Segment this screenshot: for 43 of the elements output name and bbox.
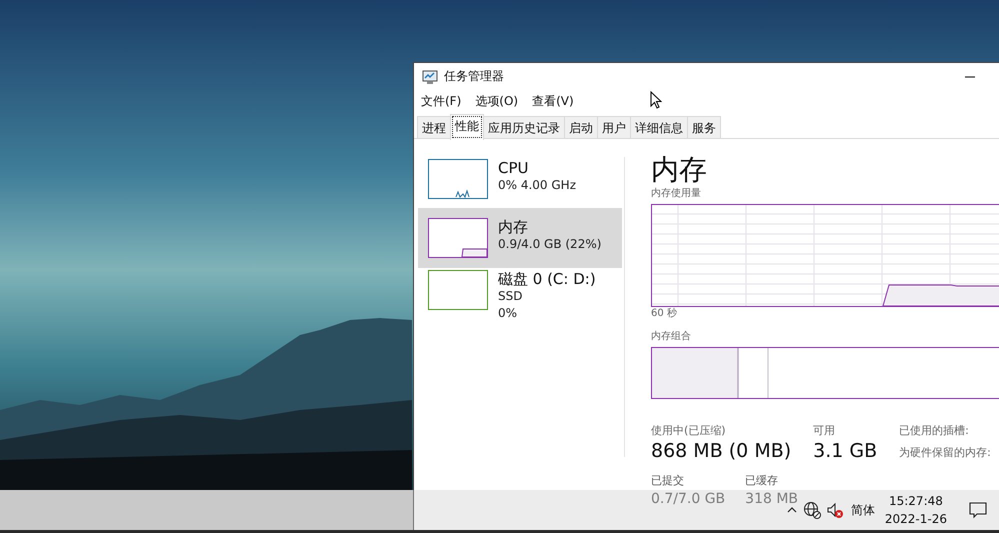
- mouse-pointer-icon: [650, 91, 662, 109]
- clock[interactable]: 15:27:48 2022-1-26: [884, 492, 947, 528]
- stat-label: 使用中(已压缩): [651, 423, 727, 439]
- resource-name: 磁盘 0 (C: D:): [498, 270, 596, 288]
- stat-value: 0.7/7.0 GB: [651, 490, 726, 509]
- window-title: 任务管理器: [444, 68, 504, 85]
- network-disconnected-icon: [802, 501, 821, 519]
- resource-detail: 0.9/4.0 GB (22%): [498, 236, 602, 253]
- time-label: 60 秒: [651, 307, 678, 321]
- resource-detail: 0% 4.00 GHz: [498, 177, 576, 194]
- resource-name: CPU: [498, 159, 530, 177]
- notification-icon: [969, 501, 987, 519]
- tab[interactable]: 应用历史记录: [483, 116, 565, 138]
- chevron-up-icon: [786, 505, 797, 515]
- stat-value: 318 MB: [745, 490, 798, 509]
- stat-label: 为硬件保留的内存:: [899, 445, 991, 461]
- tab[interactable]: 性能: [450, 114, 484, 140]
- menu-item[interactable]: 查看(V): [532, 92, 574, 110]
- chart-label: 内存使用量: [651, 187, 702, 201]
- resource-name: 内存: [498, 218, 529, 236]
- tab[interactable]: 服务: [687, 116, 721, 138]
- stat-label: 已缓存: [745, 473, 780, 489]
- tab[interactable]: 详细信息: [630, 116, 688, 138]
- menu-item[interactable]: 文件(F): [421, 92, 462, 110]
- tab[interactable]: 进程: [417, 116, 451, 138]
- stat-value: 868 MB (0 MB): [651, 439, 792, 463]
- app-icon: [422, 68, 438, 84]
- stat-value: 3.1 GB: [813, 439, 878, 463]
- speaker-muted-icon: [826, 502, 843, 518]
- panel-title: 内存: [651, 153, 708, 187]
- resource-detail: 0%: [498, 305, 518, 322]
- resource-item[interactable]: 内存 0.9/4.0 GB (22%): [418, 208, 622, 268]
- tab[interactable]: 用户: [597, 116, 631, 138]
- chart-label: 内存组合: [651, 330, 692, 344]
- resource-detail: SSD: [498, 288, 524, 305]
- stat-label: 已提交: [651, 473, 685, 489]
- resource-item[interactable]: 磁盘 0 (C: D:) SSD 0%: [418, 268, 622, 329]
- stat-label: 已使用的插槽:: [899, 423, 970, 439]
- input-method-indicator[interactable]: 简体: [850, 502, 875, 518]
- menu-item[interactable]: 选项(O): [475, 92, 518, 110]
- tab[interactable]: 启动: [564, 116, 598, 138]
- stat-label: 可用: [813, 423, 836, 439]
- resource-item[interactable]: CPU 0% 4.00 GHz: [418, 157, 622, 208]
